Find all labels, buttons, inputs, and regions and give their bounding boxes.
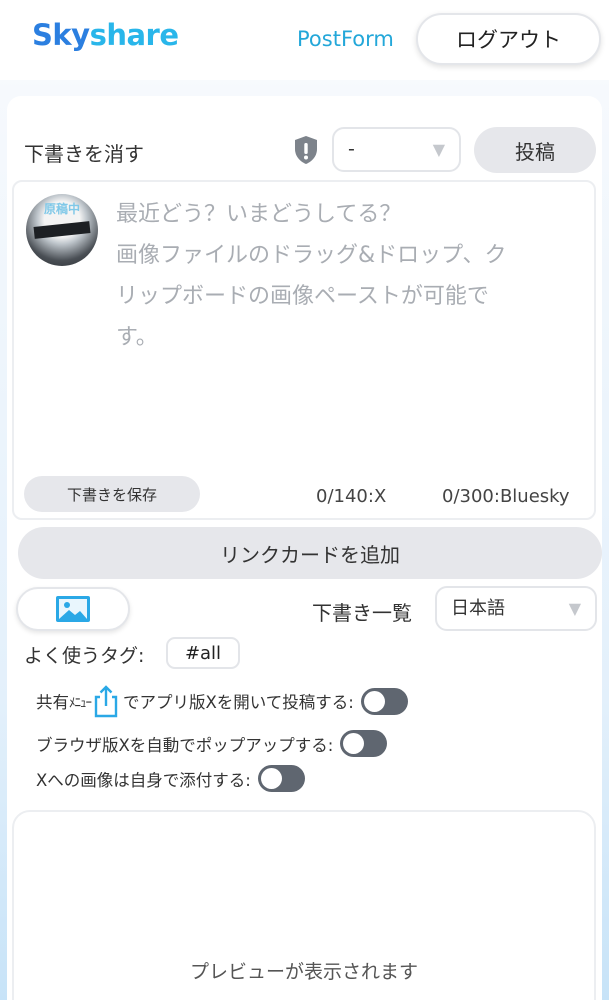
placeholder-line-1: 最近どう？いまどうしてる？ bbox=[116, 202, 402, 227]
toggle-knob bbox=[260, 768, 282, 789]
language-select-value: 日本語 bbox=[451, 598, 505, 619]
frequent-tags-label: よく使うタグ: bbox=[24, 645, 145, 667]
drafts-list-link[interactable]: 下書き一覧 bbox=[312, 597, 412, 626]
post-form-card: 下書きを消す - ▼ 投稿 原稿中 最近どう？いまどうしてる？ 画像ファイルのド… bbox=[7, 96, 602, 1000]
share-icon bbox=[94, 685, 118, 718]
logo-sky: Sky bbox=[32, 18, 90, 52]
shield-warning-icon[interactable] bbox=[293, 135, 319, 165]
logout-button[interactable]: ログアウト bbox=[416, 13, 601, 65]
char-count-x: 0/140:X bbox=[316, 486, 387, 507]
char-count-bluesky: 0/300:Bluesky bbox=[442, 486, 570, 507]
placeholder-line-4: す。 bbox=[116, 325, 158, 350]
add-linkcard-button[interactable]: リンクカードを追加 bbox=[18, 527, 602, 579]
option-label-prefix: 共有 bbox=[36, 693, 69, 712]
preview-placeholder: プレビューが表示されます bbox=[189, 961, 418, 983]
option-browser-popup: ブラウザ版Xを自動でポップアップする: bbox=[36, 730, 388, 764]
skyshare-logo[interactable]: Skyshare bbox=[32, 18, 179, 52]
option-label: ブラウザ版Xを自動でポップアップする: bbox=[36, 735, 334, 755]
save-draft-button[interactable]: 下書きを保存 bbox=[24, 476, 200, 512]
open-x-app-toggle[interactable] bbox=[360, 687, 408, 715]
avatar-watermark: 原稿中 bbox=[43, 202, 80, 216]
option-label-suffix: でアプリ版Xを開いて投稿する: bbox=[123, 693, 354, 712]
placeholder-line-2: 画像ファイルのドラッグ&ドロップ、ク bbox=[116, 243, 507, 268]
browser-popup-toggle[interactable] bbox=[340, 730, 388, 757]
option-label: Xへの画像は自身で添付する: bbox=[36, 770, 251, 790]
avatar-blindfold bbox=[33, 221, 91, 239]
toggle-knob bbox=[363, 690, 385, 712]
option-attach-images-self: Xへの画像は自身で添付する: bbox=[36, 765, 305, 799]
language-select[interactable]: 日本語 ▼ bbox=[435, 586, 597, 631]
placeholder-line-3: リップボードの画像ペーストが可能で bbox=[116, 284, 489, 309]
preview-panel: プレビューが表示されます bbox=[12, 810, 596, 1000]
compose-placeholder[interactable]: 最近どう？いまどうしてる？ 画像ファイルのドラッグ&ドロップ、ク リップボードの… bbox=[116, 194, 576, 358]
visibility-select-value: - bbox=[348, 138, 355, 160]
option-label-menu: ﾒﾆｭｰ bbox=[69, 695, 92, 711]
tag-chip[interactable]: #all bbox=[166, 637, 240, 669]
user-avatar[interactable]: 原稿中 bbox=[26, 194, 98, 266]
post-button[interactable]: 投稿 bbox=[474, 127, 596, 173]
compose-area[interactable]: 原稿中 最近どう？いまどうしてる？ 画像ファイルのドラッグ&ドロップ、ク リップ… bbox=[12, 180, 596, 520]
postform-link[interactable]: PostForm bbox=[297, 27, 394, 51]
toggle-knob bbox=[343, 733, 365, 754]
visibility-select[interactable]: - ▼ bbox=[332, 127, 461, 172]
option-open-x-app: 共有ﾒﾆｭｰ でアプリ版Xを開いて投稿する: bbox=[36, 684, 408, 718]
chevron-down-icon: ▼ bbox=[568, 599, 581, 618]
add-image-button[interactable] bbox=[16, 587, 130, 631]
image-icon bbox=[56, 596, 90, 622]
clear-draft-link[interactable]: 下書きを消す bbox=[24, 138, 144, 167]
logo-share: share bbox=[89, 18, 179, 52]
app-header: Skyshare PostForm ログアウト bbox=[0, 0, 609, 80]
post-toolbar: 下書きを消す - ▼ 投稿 bbox=[7, 96, 602, 180]
attach-images-self-toggle[interactable] bbox=[257, 765, 305, 792]
chevron-down-icon: ▼ bbox=[432, 140, 445, 159]
